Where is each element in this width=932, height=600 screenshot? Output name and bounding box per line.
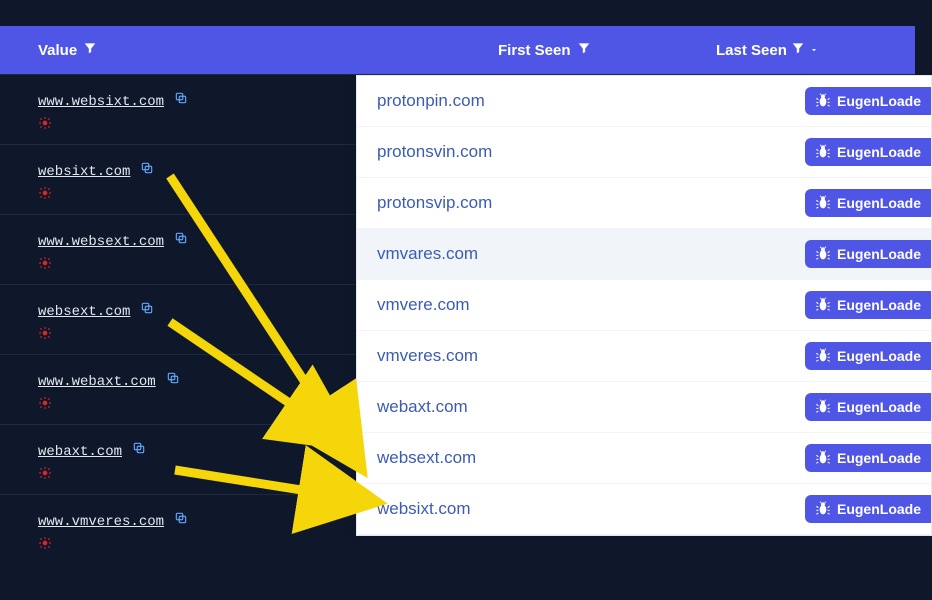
- domain-link[interactable]: websixt.com: [38, 164, 130, 180]
- filter-icon[interactable]: [83, 41, 97, 59]
- threat-tag[interactable]: EugenLoade: [805, 495, 931, 523]
- list-item[interactable]: vmvere.com EugenLoade: [357, 280, 931, 331]
- malware-icon: [38, 536, 52, 550]
- list-item[interactable]: vmvares.com EugenLoade: [357, 229, 931, 280]
- domain-link[interactable]: www.websixt.com: [38, 94, 164, 110]
- column-header-first-seen-label: First Seen: [498, 42, 571, 59]
- list-item[interactable]: websixt.com EugenLoade: [357, 484, 931, 535]
- filter-icon[interactable]: [577, 41, 591, 59]
- threat-tag-label: EugenLoade: [837, 144, 921, 160]
- copy-icon[interactable]: [172, 89, 190, 107]
- bug-icon: [815, 501, 831, 517]
- malware-icon: [38, 256, 52, 270]
- malware-icon: [38, 186, 52, 200]
- threat-tag-label: EugenLoade: [837, 93, 921, 109]
- domain-link[interactable]: www.websext.com: [38, 234, 164, 250]
- domain-text: protonsvip.com: [377, 193, 492, 213]
- bug-icon: [815, 450, 831, 466]
- threat-tag[interactable]: EugenLoade: [805, 189, 931, 217]
- column-header-value[interactable]: Value: [0, 41, 498, 59]
- threat-tag[interactable]: EugenLoade: [805, 393, 931, 421]
- malware-icon: [38, 396, 52, 410]
- domain-text: websext.com: [377, 448, 476, 468]
- column-header-first-seen[interactable]: First Seen: [498, 41, 716, 59]
- bug-icon: [815, 348, 831, 364]
- bug-icon: [815, 195, 831, 211]
- threat-tag-label: EugenLoade: [837, 501, 921, 517]
- threat-tag-label: EugenLoade: [837, 399, 921, 415]
- copy-icon[interactable]: [138, 299, 156, 317]
- domain-link[interactable]: websext.com: [38, 304, 130, 320]
- threat-tag[interactable]: EugenLoade: [805, 240, 931, 268]
- copy-icon[interactable]: [138, 159, 156, 177]
- domain-text: protonsvin.com: [377, 142, 492, 162]
- bug-icon: [815, 246, 831, 262]
- table-header-row: Value First Seen Last Seen: [0, 26, 915, 74]
- copy-icon[interactable]: [164, 369, 182, 387]
- threat-tag[interactable]: EugenLoade: [805, 291, 931, 319]
- malware-icon: [38, 116, 52, 130]
- malware-icon: [38, 466, 52, 480]
- bug-icon: [815, 297, 831, 313]
- domain-text: websixt.com: [377, 499, 471, 519]
- threat-tag[interactable]: EugenLoade: [805, 87, 931, 115]
- domain-text: vmvares.com: [377, 244, 478, 264]
- threat-tag-label: EugenLoade: [837, 297, 921, 313]
- threat-tag[interactable]: EugenLoade: [805, 138, 931, 166]
- domain-link[interactable]: www.webaxt.com: [38, 374, 156, 390]
- domain-text: webaxt.com: [377, 397, 468, 417]
- copy-icon[interactable]: [172, 509, 190, 527]
- threat-tag-label: EugenLoade: [837, 195, 921, 211]
- threat-tag[interactable]: EugenLoade: [805, 342, 931, 370]
- bug-icon: [815, 93, 831, 109]
- list-item[interactable]: protonsvin.com EugenLoade: [357, 127, 931, 178]
- column-header-last-seen-label: Last Seen: [716, 42, 787, 59]
- domain-link[interactable]: www.vmveres.com: [38, 514, 164, 530]
- domain-link[interactable]: webaxt.com: [38, 444, 122, 460]
- sort-desc-icon[interactable]: [809, 42, 819, 59]
- threat-tag-label: EugenLoade: [837, 450, 921, 466]
- list-item[interactable]: websext.com EugenLoade: [357, 433, 931, 484]
- list-item[interactable]: protonpin.com EugenLoade: [357, 76, 931, 127]
- column-header-value-label: Value: [38, 42, 77, 59]
- list-item[interactable]: webaxt.com EugenLoade: [357, 382, 931, 433]
- list-item[interactable]: vmveres.com EugenLoade: [357, 331, 931, 382]
- comparison-panel: protonpin.com EugenLoade protonsvin.com Eug…: [356, 75, 932, 536]
- bug-icon: [815, 399, 831, 415]
- domain-text: vmveres.com: [377, 346, 478, 366]
- malware-icon: [38, 326, 52, 340]
- filter-icon[interactable]: [791, 41, 805, 59]
- threat-tag-label: EugenLoade: [837, 348, 921, 364]
- threat-tag[interactable]: EugenLoade: [805, 444, 931, 472]
- copy-icon[interactable]: [130, 439, 148, 457]
- bug-icon: [815, 144, 831, 160]
- list-item[interactable]: protonsvip.com EugenLoade: [357, 178, 931, 229]
- threat-tag-label: EugenLoade: [837, 246, 921, 262]
- domain-text: protonpin.com: [377, 91, 485, 111]
- column-header-last-seen[interactable]: Last Seen: [716, 41, 819, 59]
- copy-icon[interactable]: [172, 229, 190, 247]
- domain-text: vmvere.com: [377, 295, 470, 315]
